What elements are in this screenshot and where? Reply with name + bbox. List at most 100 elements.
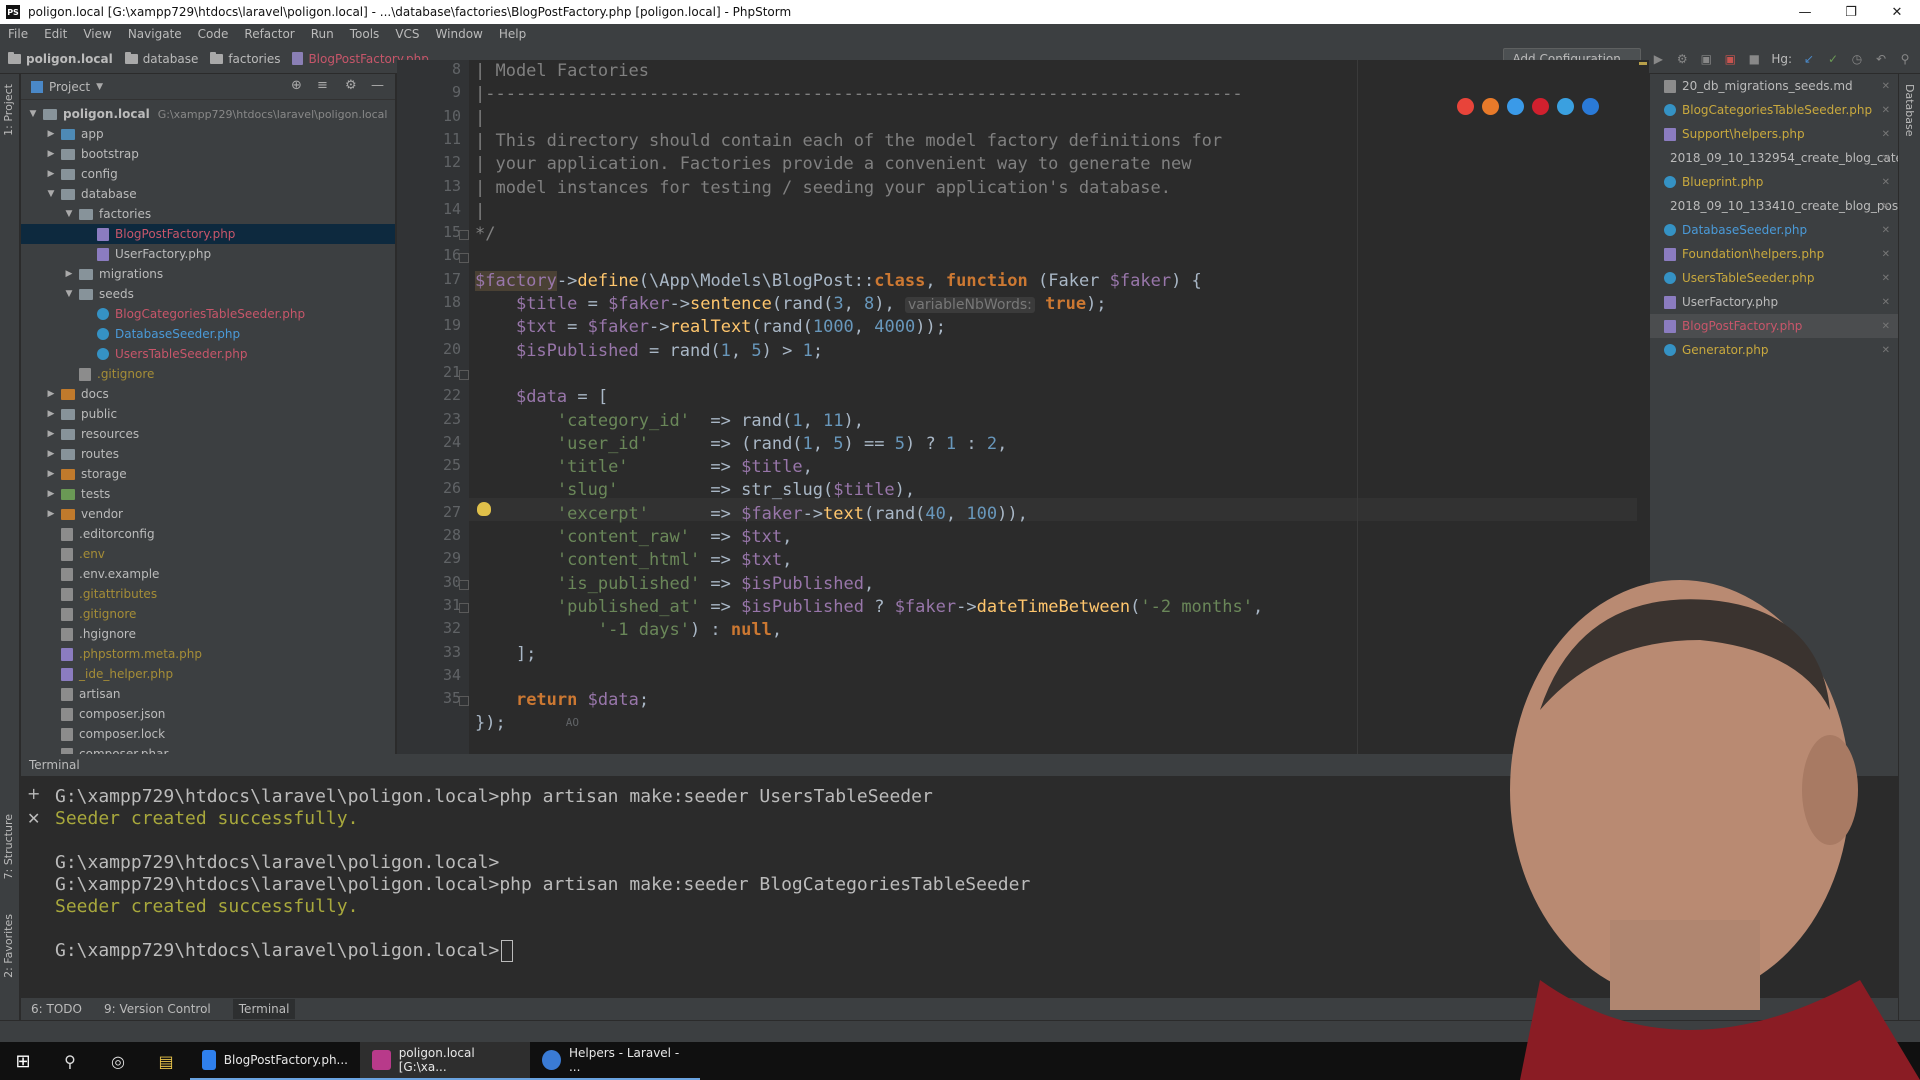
- tree-item[interactable]: ▶ migrations: [21, 264, 395, 284]
- fold-marker-icon[interactable]: [459, 369, 469, 380]
- breadcrumb-factories[interactable]: factories: [210, 51, 280, 66]
- expand-right-icon[interactable]: ▶: [45, 489, 57, 499]
- expand-down-icon[interactable]: ▼: [63, 289, 75, 299]
- line-number[interactable]: 12: [421, 153, 461, 171]
- line-number[interactable]: 19: [421, 316, 461, 334]
- line-number[interactable]: 26: [421, 479, 461, 497]
- line-number[interactable]: 16: [421, 246, 461, 264]
- close-tab-icon[interactable]: ✕: [1882, 225, 1890, 236]
- menu-navigate[interactable]: Navigate: [120, 27, 190, 41]
- line-number[interactable]: 35: [421, 689, 461, 707]
- line-number[interactable]: 17: [421, 270, 461, 288]
- close-tab-icon[interactable]: ✕: [1882, 273, 1890, 284]
- expand-right-icon[interactable]: ▶: [63, 269, 75, 279]
- expand-down-icon[interactable]: ▼: [63, 209, 75, 219]
- menu-help[interactable]: Help: [491, 27, 534, 41]
- breadcrumb-project[interactable]: poligon.local: [8, 51, 113, 66]
- close-icon[interactable]: ✕: [1874, 0, 1920, 24]
- close-tab-icon[interactable]: ✕: [1882, 345, 1890, 356]
- fold-marker-icon[interactable]: [459, 696, 469, 707]
- taskbar-app-vscode[interactable]: BlogPostFactory.ph...: [190, 1042, 360, 1080]
- line-number[interactable]: 23: [421, 410, 461, 428]
- line-number[interactable]: 29: [421, 549, 461, 567]
- taskbar-app-browser[interactable]: Helpers - Laravel - ...: [530, 1042, 700, 1080]
- tree-item[interactable]: ▼ factories: [21, 204, 395, 224]
- menu-refactor[interactable]: Refactor: [236, 27, 302, 41]
- recent-file-item[interactable]: 2018_09_10_132954_create_blog_cate ✕: [1650, 146, 1898, 170]
- tree-item[interactable]: ▶ app: [21, 124, 395, 144]
- terminal-tab[interactable]: Terminal: [232, 999, 296, 1019]
- close-tab-icon[interactable]: ✕: [1882, 81, 1890, 92]
- close-tab-icon[interactable]: ✕: [1882, 105, 1890, 116]
- line-number[interactable]: 20: [421, 340, 461, 358]
- tree-item[interactable]: artisan: [21, 684, 395, 704]
- project-tool-tab[interactable]: 1: Project: [2, 84, 15, 136]
- chevron-down-icon[interactable]: ▼: [96, 82, 103, 92]
- new-terminal-icon[interactable]: +: [27, 784, 47, 803]
- close-tab-icon[interactable]: ✕: [1882, 249, 1890, 260]
- line-number[interactable]: 15: [421, 223, 461, 241]
- line-number[interactable]: 34: [421, 666, 461, 684]
- line-number[interactable]: 21: [421, 363, 461, 381]
- tree-item[interactable]: ▶ docs: [21, 384, 395, 404]
- ie-icon[interactable]: [1557, 98, 1574, 115]
- fold-marker-icon[interactable]: [459, 579, 469, 590]
- tree-item[interactable]: ▼ database: [21, 184, 395, 204]
- favorites-tool-tab[interactable]: 2: Favorites: [2, 914, 15, 978]
- database-tool-tab[interactable]: Database: [1903, 84, 1916, 137]
- edge-icon[interactable]: [1582, 98, 1599, 115]
- expand-right-icon[interactable]: ▶: [45, 469, 57, 479]
- menu-run[interactable]: Run: [303, 27, 342, 41]
- recent-file-item[interactable]: Generator.php ✕: [1650, 338, 1898, 362]
- project-view-selector[interactable]: Project: [49, 80, 90, 94]
- tree-item[interactable]: .hgignore: [21, 624, 395, 644]
- line-number[interactable]: 31: [421, 596, 461, 614]
- expand-down-icon[interactable]: ▼: [45, 189, 57, 199]
- tree-item[interactable]: DatabaseSeeder.php: [21, 324, 395, 344]
- recent-file-item[interactable]: UserFactory.php ✕: [1650, 290, 1898, 314]
- menu-file[interactable]: File: [0, 27, 36, 41]
- tree-item[interactable]: .phpstorm.meta.php: [21, 644, 395, 664]
- windows-start-icon[interactable]: ⊞: [0, 1051, 46, 1072]
- restore-icon[interactable]: ❐: [1828, 0, 1874, 24]
- fold-marker-icon[interactable]: [459, 253, 469, 264]
- line-number[interactable]: 18: [421, 293, 461, 311]
- safari-icon[interactable]: [1507, 98, 1524, 115]
- code-editor[interactable]: AO | Model Factories |--------------------…: [469, 60, 1649, 754]
- tree-item[interactable]: ▼ seeds: [21, 284, 395, 304]
- debug-icon[interactable]: ⚙: [1675, 52, 1689, 66]
- breadcrumb-database[interactable]: database: [124, 51, 198, 66]
- expand-right-icon[interactable]: ▶: [45, 169, 57, 179]
- recent-file-item[interactable]: Support\helpers.php ✕: [1650, 122, 1898, 146]
- close-tab-icon[interactable]: ✕: [1882, 177, 1890, 188]
- minimize-icon[interactable]: —: [1782, 0, 1828, 24]
- tree-item[interactable]: ▶ bootstrap: [21, 144, 395, 164]
- collapse-all-icon[interactable]: ≡: [317, 78, 328, 93]
- recent-file-item[interactable]: 2018_09_10_133410_create_blog_post ✕: [1650, 194, 1898, 218]
- line-number[interactable]: 28: [421, 526, 461, 544]
- version-control-tab[interactable]: 9: Version Control: [104, 1002, 211, 1016]
- task-view-icon[interactable]: ◎: [94, 1052, 142, 1071]
- close-tab-icon[interactable]: ✕: [1882, 153, 1890, 164]
- menu-tools[interactable]: Tools: [342, 27, 388, 41]
- recent-file-item[interactable]: Foundation\helpers.php ✕: [1650, 242, 1898, 266]
- line-number[interactable]: 32: [421, 619, 461, 637]
- line-number[interactable]: 9: [421, 83, 461, 101]
- expand-right-icon[interactable]: ▶: [45, 129, 57, 139]
- tree-item[interactable]: ▶ routes: [21, 444, 395, 464]
- line-number[interactable]: 14: [421, 200, 461, 218]
- tree-item[interactable]: _ide_helper.php: [21, 664, 395, 684]
- tree-item[interactable]: UsersTableSeeder.php: [21, 344, 395, 364]
- line-number[interactable]: 27: [421, 503, 461, 521]
- tree-item[interactable]: ▶ vendor: [21, 504, 395, 524]
- expand-right-icon[interactable]: ▶: [45, 509, 57, 519]
- chrome-icon[interactable]: [1457, 98, 1474, 115]
- line-number[interactable]: 30: [421, 573, 461, 591]
- tree-item[interactable]: .gitignore: [21, 604, 395, 624]
- run-icon[interactable]: ▶: [1651, 52, 1665, 66]
- tree-item[interactable]: BlogCategoriesTableSeeder.php: [21, 304, 395, 324]
- expand-right-icon[interactable]: ▶: [45, 149, 57, 159]
- tree-item[interactable]: .env.example: [21, 564, 395, 584]
- vcs-revert-icon[interactable]: ↶: [1874, 52, 1888, 66]
- opera-icon[interactable]: [1532, 98, 1549, 115]
